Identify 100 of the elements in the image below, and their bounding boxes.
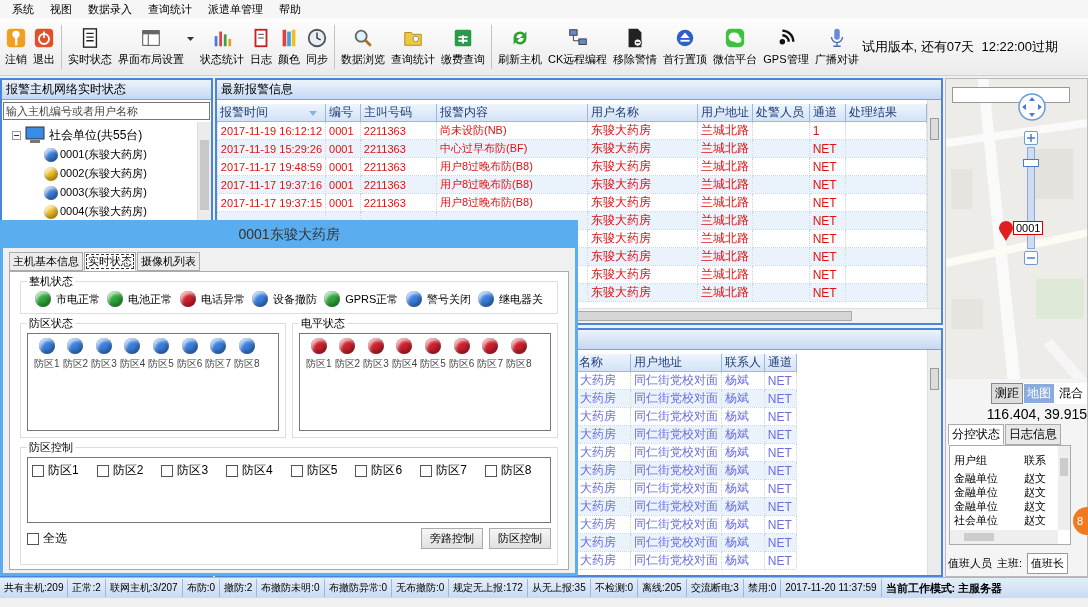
column-header[interactable]: 联系人 — [721, 354, 765, 372]
shift-field[interactable]: 值班长 — [1027, 553, 1069, 574]
scrollbar[interactable] — [1058, 446, 1070, 530]
tree-item[interactable]: 0002(东骏大药房) — [60, 166, 147, 181]
zone-label: 防区6 — [176, 357, 203, 371]
zoom-in-button[interactable] — [1024, 131, 1038, 145]
column-header[interactable]: 主叫号码 — [360, 104, 437, 122]
table-cell: 杨斌 — [724, 499, 749, 513]
menu-item[interactable]: 派遣单管理 — [200, 2, 271, 17]
zoom-out-button[interactable] — [1024, 251, 1038, 265]
tab[interactable]: 摄像机列表 — [137, 252, 200, 271]
control-button[interactable]: 旁路控制 — [421, 528, 483, 549]
map-mode-button[interactable]: 测距 — [991, 383, 1023, 404]
map-mode-button[interactable]: 混合 — [1055, 383, 1087, 404]
menu-item[interactable]: 数据录入 — [80, 2, 140, 17]
status-label: 警号关闭 — [426, 291, 471, 307]
toolbar-button[interactable]: 退出 — [30, 25, 58, 69]
caret-icon[interactable] — [187, 37, 194, 41]
tab[interactable]: 实时状态 — [84, 252, 136, 271]
table-cell-text: 赵文 — [1024, 484, 1047, 500]
table-cell: 杨斌 — [724, 391, 749, 405]
column-header[interactable]: 用户组 — [954, 452, 1024, 468]
table-cell: NET — [812, 177, 837, 192]
column-header[interactable]: 报警时间 — [217, 104, 326, 122]
checkbox[interactable] — [96, 464, 109, 477]
column-header[interactable]: 通道 — [764, 354, 797, 372]
table-cell: 同仁街党校对面 — [633, 409, 718, 423]
menu-item[interactable]: 视图 — [42, 2, 80, 17]
toolbar-button[interactable]: 注销 — [2, 25, 30, 69]
toolbar-button[interactable]: 同步 — [303, 25, 331, 69]
slider-thumb[interactable] — [1023, 159, 1039, 167]
zone-label: 防区3 — [91, 357, 117, 371]
toolbar-button[interactable]: 数据浏览 — [338, 25, 388, 69]
search-field[interactable]: 输入主机编号或者用户名称 — [3, 102, 210, 120]
status-item: 不检测:0 — [590, 579, 639, 597]
tab[interactable]: 日志信息 — [1005, 424, 1061, 445]
toolbar-button[interactable]: 移除警情 — [610, 25, 661, 69]
column-header[interactable]: 用户地址 — [697, 104, 753, 122]
scrollbar[interactable] — [950, 530, 1058, 544]
toolbar-button[interactable]: 微信平台 — [710, 25, 761, 69]
tab[interactable]: 主机基本信息 — [9, 252, 83, 271]
toolbar-button[interactable]: 界面布局设置 — [115, 25, 187, 69]
menu-item[interactable]: 帮助 — [271, 2, 309, 17]
control-button[interactable]: 防区控制 — [489, 528, 551, 549]
tree-item[interactable]: 0001(东骏大药房) — [60, 147, 147, 162]
column-header[interactable]: 处警人员 — [752, 104, 810, 122]
toolbar-button[interactable]: 缴费查询 — [438, 25, 488, 69]
table-cell: 用户8过晚布防(B8) — [439, 160, 533, 172]
table-cell: 杨斌 — [724, 553, 749, 567]
toolbar-button[interactable]: 首行置顶 — [660, 25, 711, 69]
checkbox[interactable] — [290, 464, 303, 477]
table-cell: 同仁街党校对面 — [633, 553, 718, 567]
table-cell-text: 社会单位 — [954, 512, 999, 528]
map-search-field[interactable] — [952, 87, 1070, 103]
checkbox[interactable] — [161, 464, 174, 477]
toolbar-button[interactable]: 状态统计 — [197, 25, 247, 69]
scrollbar[interactable] — [927, 100, 941, 308]
table-cell: 杨斌 — [724, 427, 749, 441]
checkbox[interactable] — [226, 464, 239, 477]
zone-label: 防区1 — [306, 357, 332, 371]
toolbar-button[interactable]: 日志 — [247, 25, 275, 69]
table-cell: NET — [767, 535, 792, 550]
toolbar-button[interactable]: CK远程编程 — [545, 25, 611, 69]
checkbox-label: 防区1 — [48, 462, 79, 479]
tree-item[interactable]: 0003(东骏大药房) — [60, 185, 147, 200]
checkbox[interactable] — [484, 464, 497, 477]
checkbox-label: 防区7 — [436, 462, 467, 479]
toolbar-button[interactable]: GPS管理 — [760, 25, 812, 69]
checkbox[interactable] — [420, 464, 433, 477]
checkbox[interactable] — [32, 464, 44, 477]
table-cell: NET — [812, 141, 837, 156]
toolbar-button[interactable]: 颜色 — [275, 25, 303, 69]
toolbar-button[interactable]: 查询统计 — [388, 25, 438, 69]
menu-item[interactable]: 查询统计 — [140, 2, 200, 17]
tab[interactable]: 分控状态 — [948, 424, 1004, 445]
magnifier-icon — [352, 27, 374, 49]
status-item: 正常:2 — [68, 579, 106, 597]
pan-control-icon[interactable] — [1018, 93, 1046, 121]
column-header[interactable]: 通道 — [809, 104, 846, 122]
scrollbar[interactable] — [927, 350, 941, 575]
column-header[interactable]: 处理结果 — [845, 104, 927, 122]
column-header[interactable]: 名称 — [576, 354, 631, 372]
tree-item[interactable]: 0004(东骏大药房) — [60, 204, 147, 219]
toolbar-button[interactable]: 实时状态 — [65, 25, 115, 69]
collapse-icon[interactable] — [12, 130, 21, 140]
column-header[interactable]: 编号 — [325, 104, 361, 122]
column-header[interactable]: 联系 — [1024, 452, 1054, 468]
checkbox[interactable] — [355, 464, 368, 477]
column-header[interactable]: 报警内容 — [436, 104, 588, 122]
toolbar-button[interactable]: 刷新主机 — [495, 25, 545, 69]
table-cell-text: 金融单位 — [954, 498, 999, 514]
menu-item[interactable]: 系统 — [4, 2, 42, 17]
table-cell: 东骏大药房 — [590, 159, 651, 173]
checkbox[interactable] — [27, 532, 39, 545]
group-title: 整机状态 — [28, 274, 74, 289]
tree-item[interactable]: 社会单位(共55台) — [49, 126, 143, 144]
column-header[interactable]: 用户地址 — [630, 354, 722, 372]
table-cell: 2211363 — [363, 124, 406, 137]
toolbar-button[interactable]: 广播对讲 — [811, 25, 862, 69]
column-header[interactable]: 用户名称 — [587, 104, 698, 122]
